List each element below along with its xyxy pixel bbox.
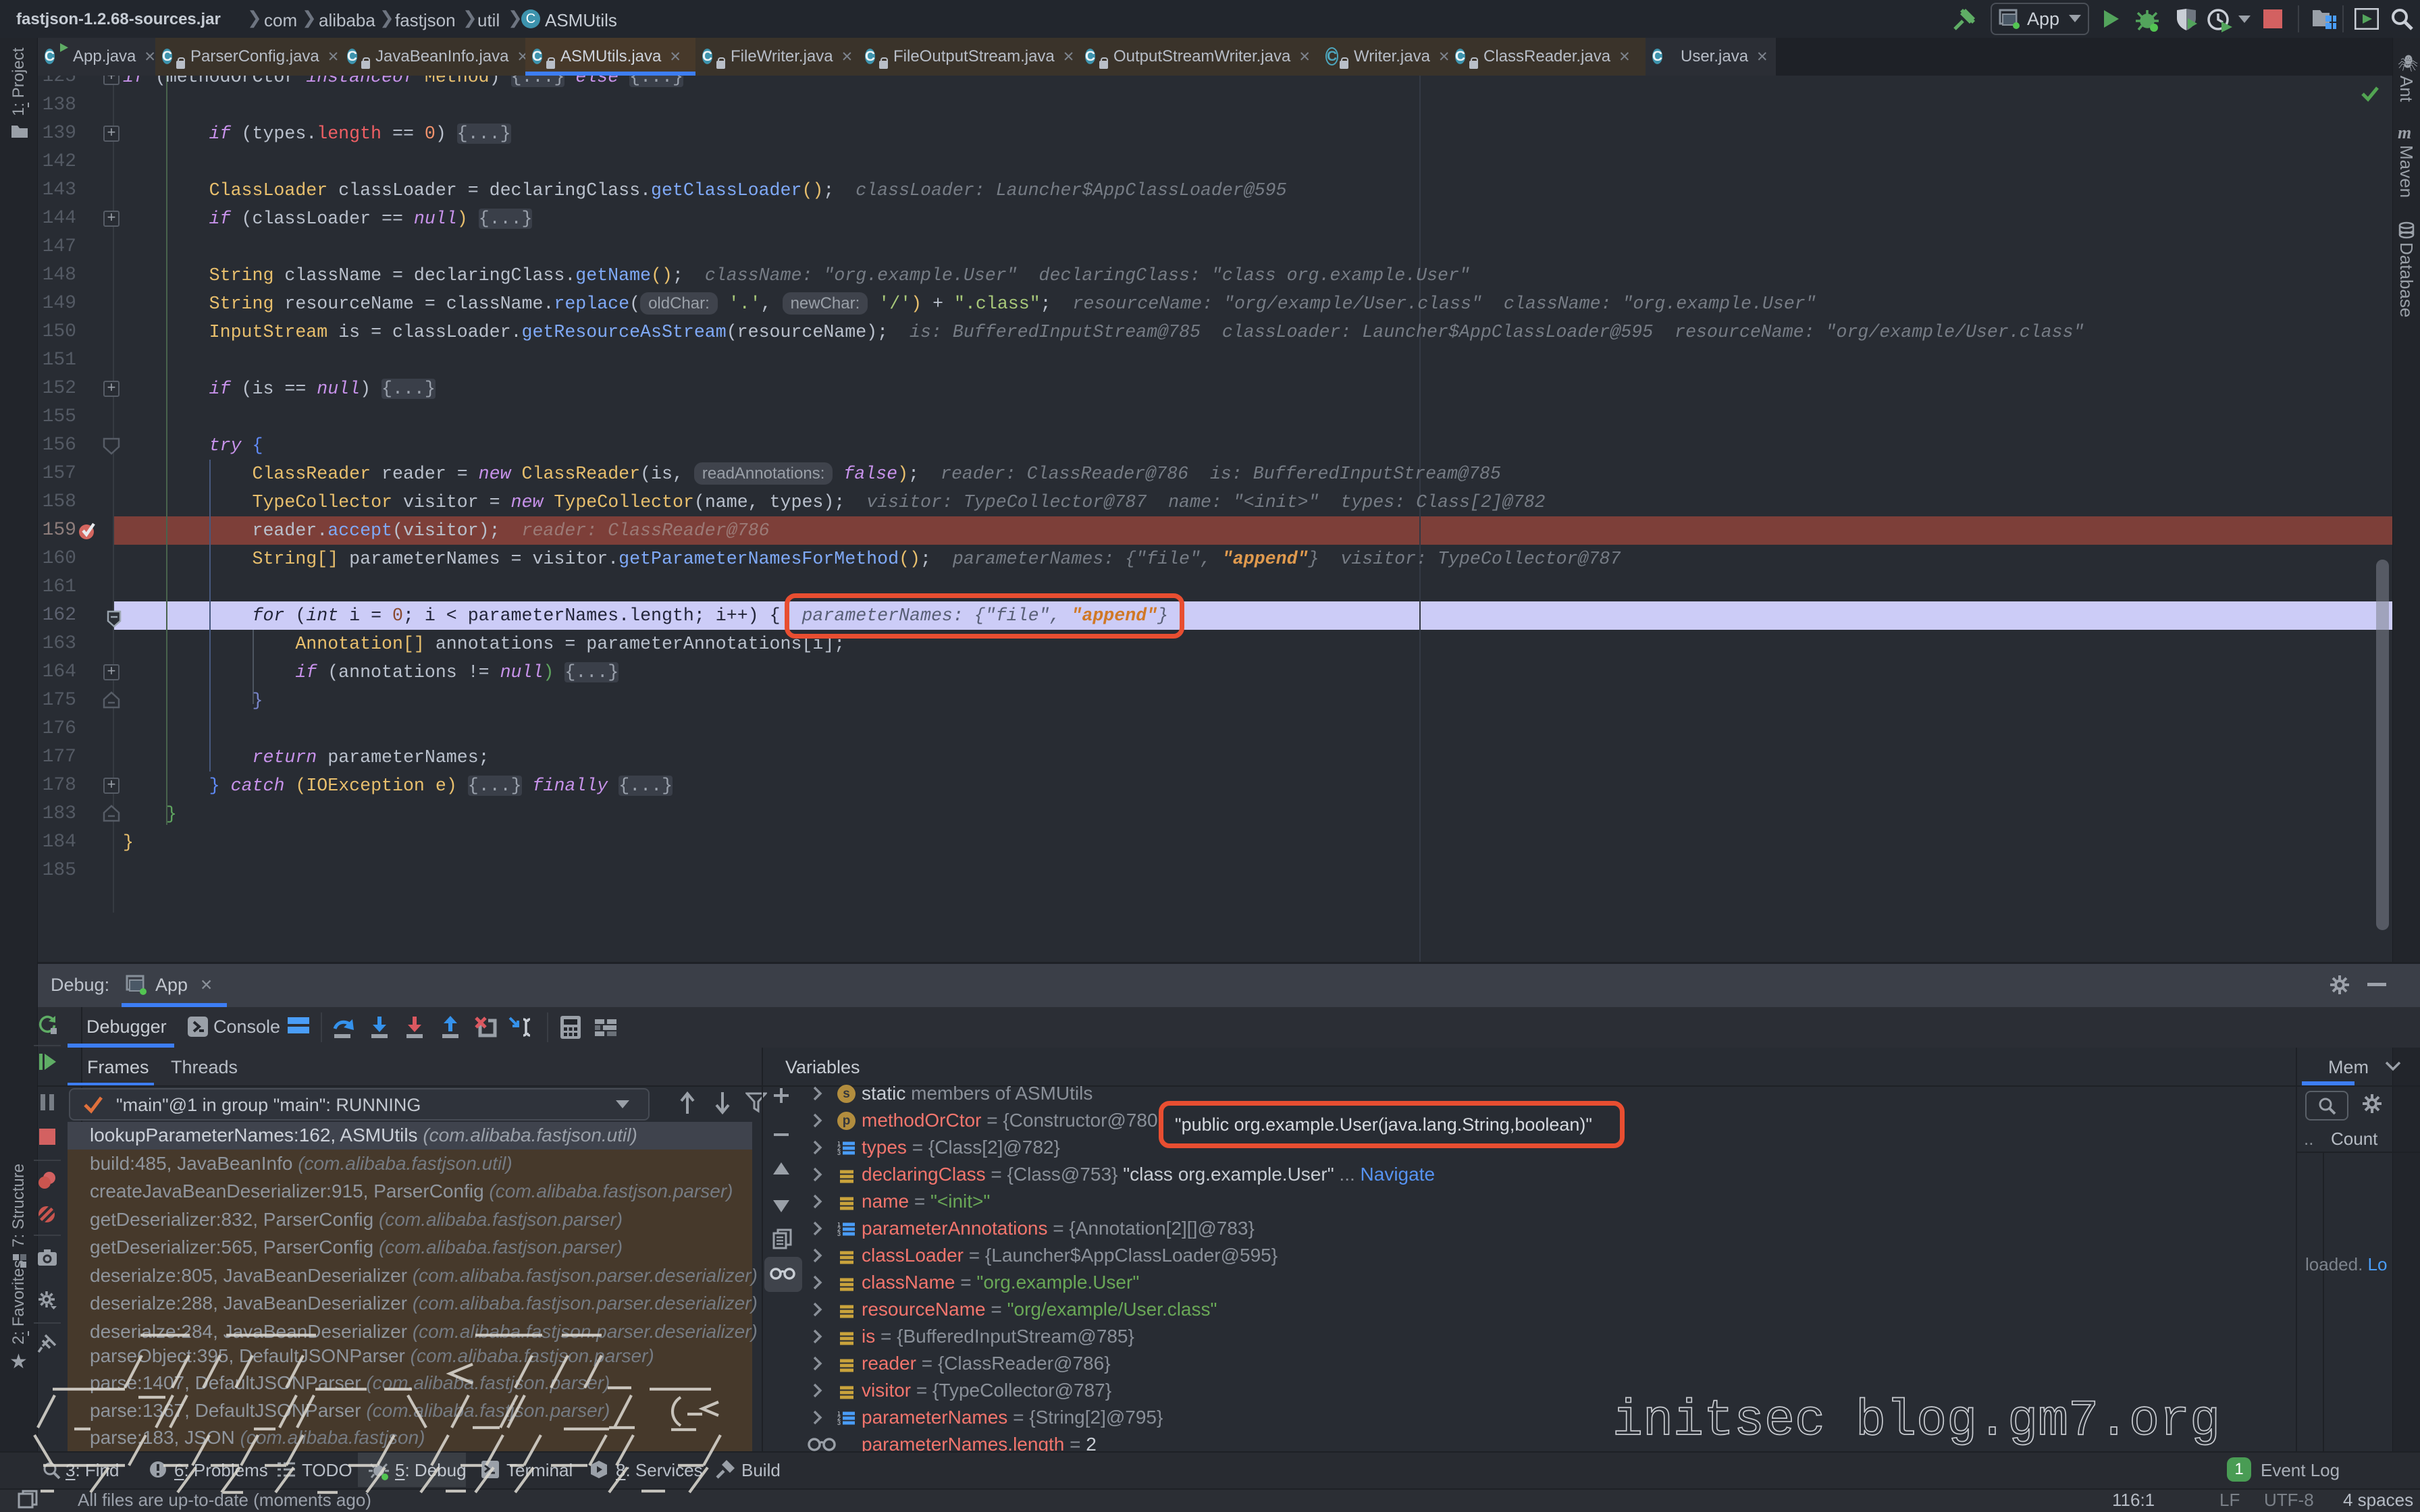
svg-text:3: 3 — [837, 1231, 841, 1236]
svg-text:3: 3 — [837, 1150, 841, 1155]
